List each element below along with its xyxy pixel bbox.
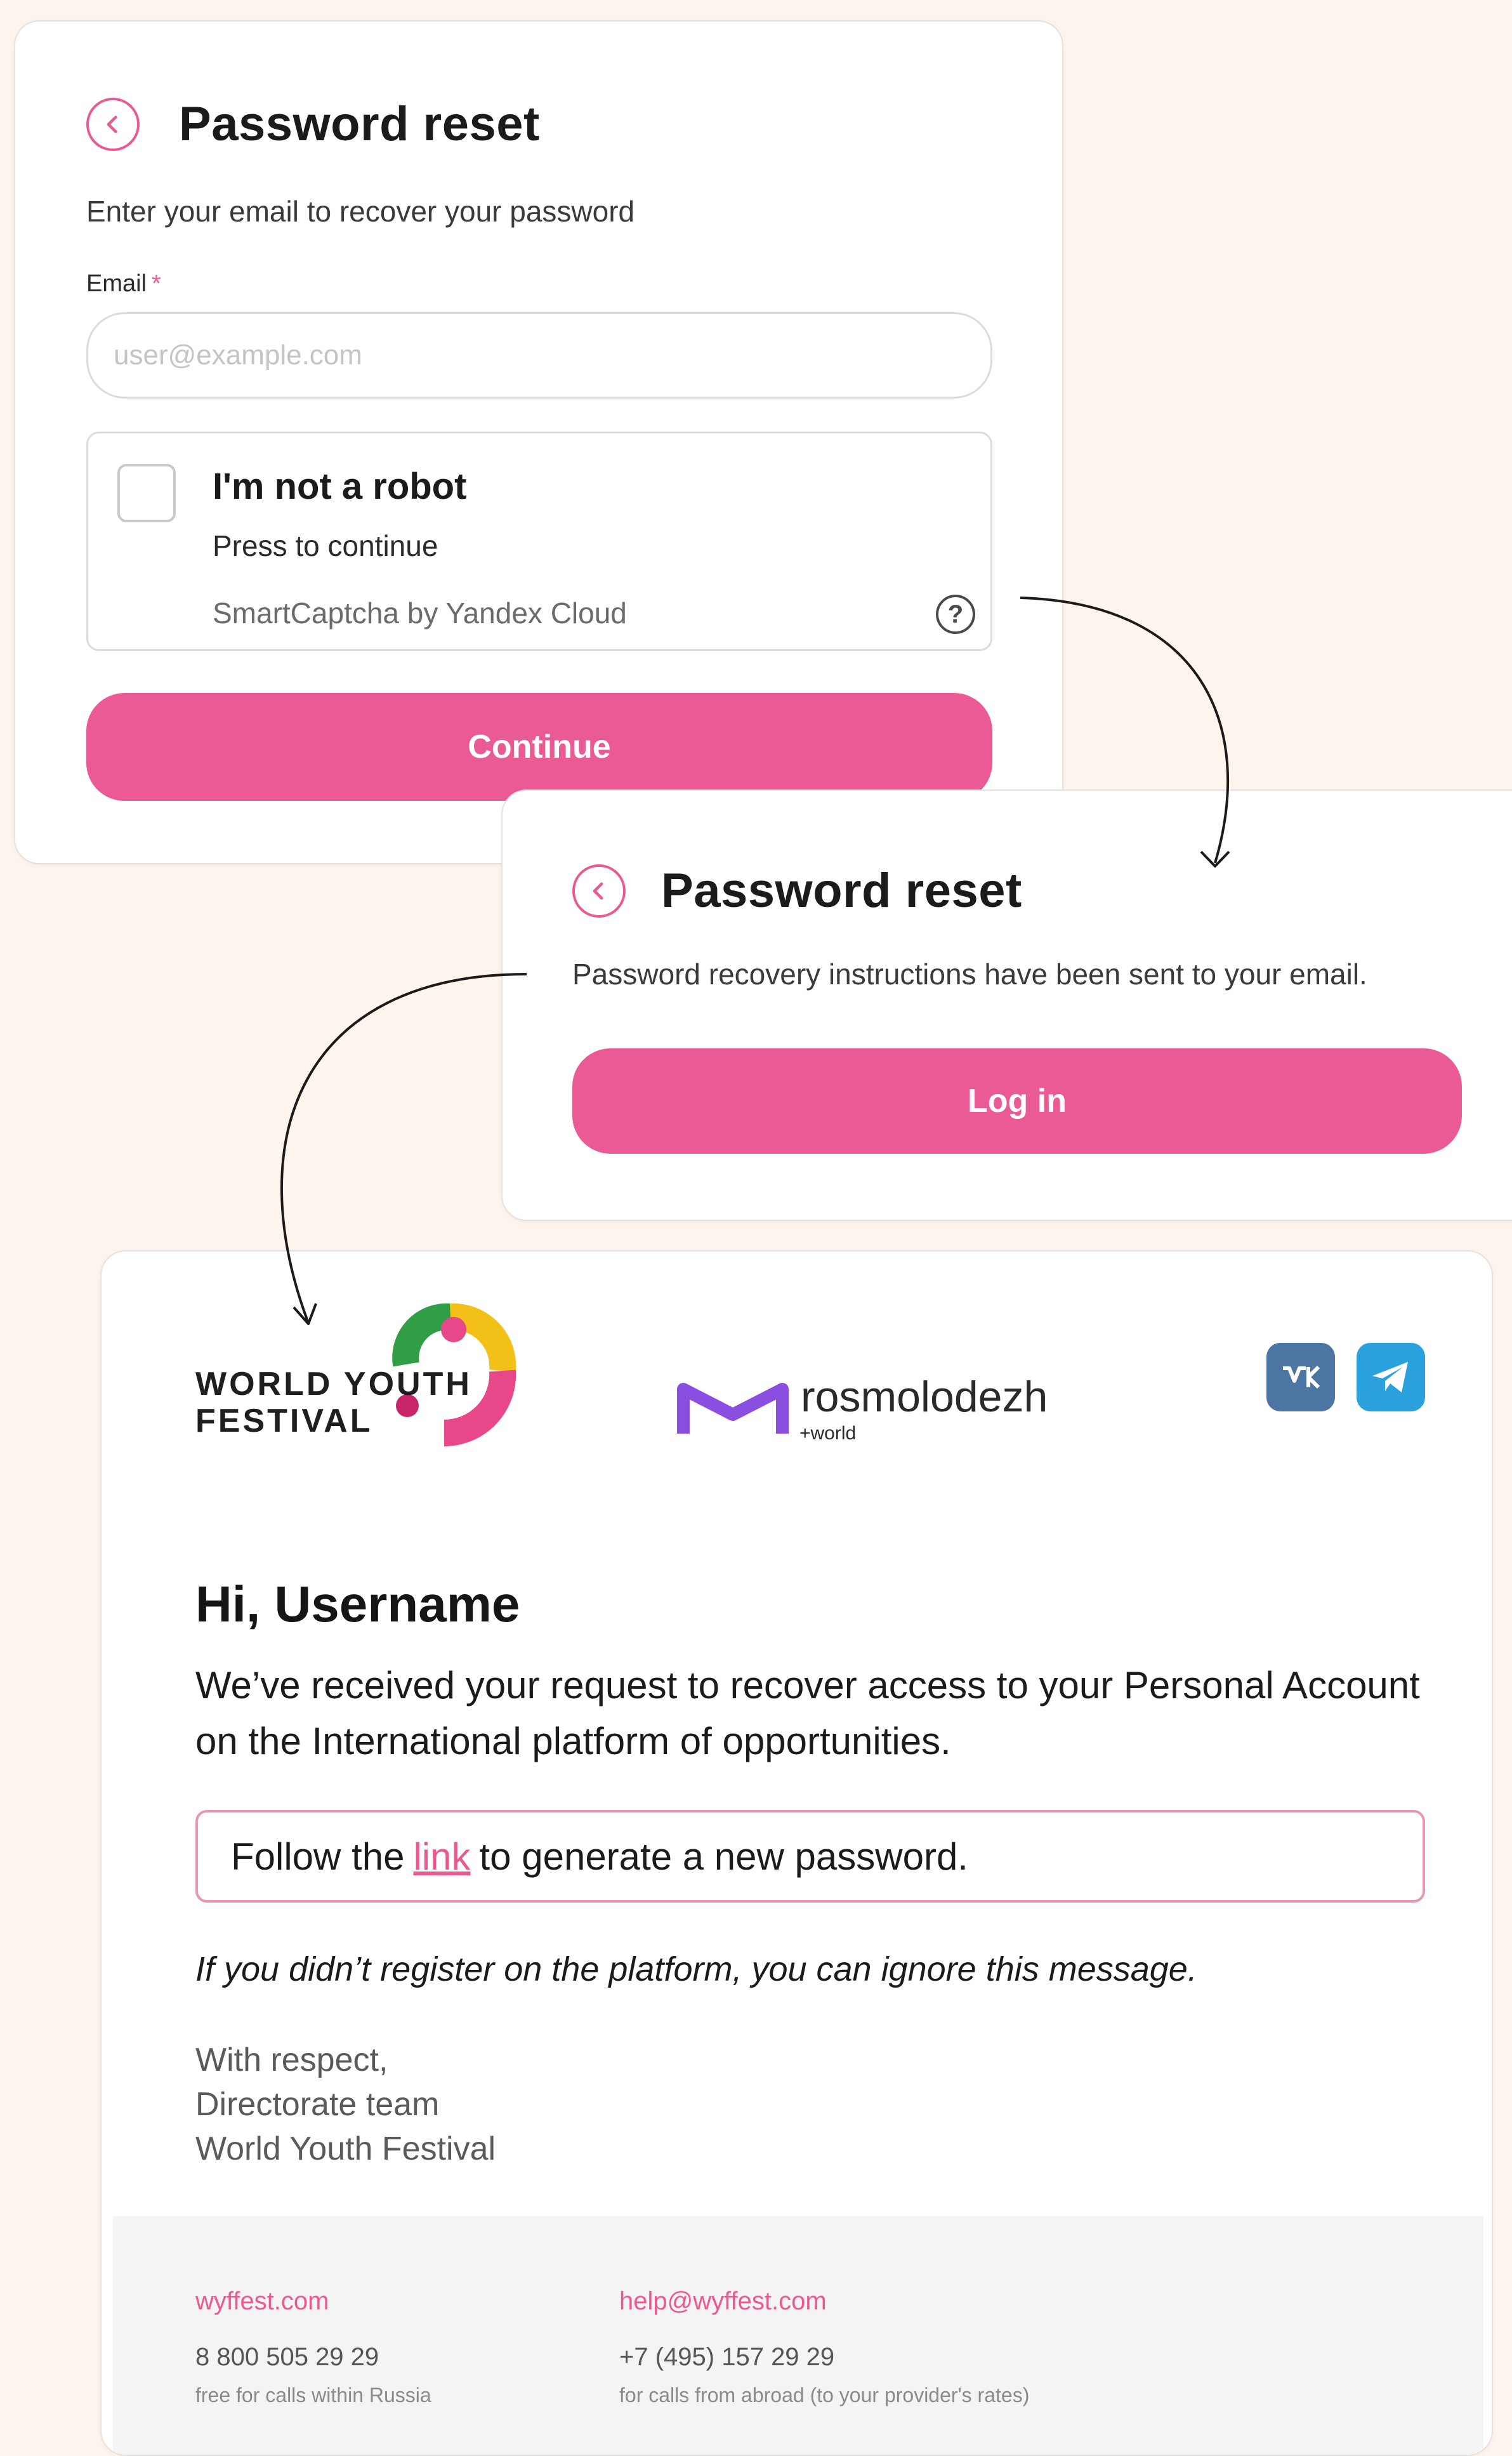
footer-site-link[interactable]: wyffest.com — [195, 2287, 329, 2316]
vk-link[interactable] — [1266, 1343, 1335, 1411]
page-title: Password reset — [179, 97, 540, 151]
greeting: Hi, Username — [195, 1576, 520, 1632]
ignore-note: If you didn’t register on the platform, … — [195, 1950, 1197, 1988]
chevron-left-icon — [107, 116, 117, 133]
email-body: We’ve received your request to recover a… — [195, 1664, 1420, 1762]
footer-phone-ru[interactable]: 8 800 505 29 29 — [195, 2343, 379, 2372]
captcha-title: I'm not a robot — [213, 466, 467, 507]
festival-logo-line-1: WORLD YOUTH — [195, 1366, 472, 1403]
partner-logo-mark — [677, 1383, 789, 1434]
password-reset-form-card: Password reset Enter your email to recov… — [14, 20, 1063, 864]
email-label-text: Email — [86, 270, 147, 297]
reset-password-link[interactable]: link — [413, 1835, 470, 1878]
captcha-brand: SmartCaptcha by Yandex Cloud — [213, 597, 627, 630]
signature-line-2: Directorate team — [195, 2086, 440, 2123]
festival-logo-line-2: FESTIVAL — [195, 1403, 373, 1439]
reset-sent-card: Password reset Password recovery instruc… — [501, 789, 1512, 1221]
back-button[interactable] — [86, 98, 140, 151]
link-suffix: to generate a new password. — [479, 1835, 968, 1878]
footer-help-email[interactable]: help@wyffest.com — [619, 2287, 827, 2316]
captcha-checkbox[interactable] — [117, 464, 176, 522]
login-button[interactable]: Log in — [572, 1048, 1462, 1154]
reset-link-box: Follow the link to generate a new passwo… — [195, 1810, 1425, 1903]
recovery-email-card: WORLD YOUTH FESTIVAL rosmolodezh +world … — [100, 1250, 1493, 2456]
footer-phone-ru-note: free for calls within Russia — [195, 2384, 431, 2406]
link-prefix: Follow the — [231, 1835, 405, 1878]
form-subtitle: Enter your email to recover your passwor… — [86, 195, 635, 228]
required-mark: * — [152, 270, 161, 297]
partner-name: rosmolodezh — [801, 1373, 1048, 1421]
page-title: Password reset — [661, 864, 1022, 918]
captcha-subtitle: Press to continue — [213, 529, 438, 562]
telegram-link[interactable] — [1357, 1343, 1425, 1411]
recovery-message: Password recovery instructions have been… — [572, 958, 1367, 991]
partner-subtitle: +world — [799, 1423, 857, 1444]
telegram-icon — [1372, 1362, 1408, 1392]
email-input[interactable] — [86, 312, 992, 399]
email-footer: wyffest.com 8 800 505 29 29 free for cal… — [113, 2216, 1483, 2455]
signature-line-1: With respect, — [195, 2042, 388, 2078]
email-label: Email * — [86, 270, 161, 298]
help-icon[interactable]: ? — [936, 595, 975, 634]
back-button[interactable] — [572, 864, 626, 918]
signature-line-3: World Youth Festival — [195, 2130, 496, 2167]
chevron-left-icon — [593, 882, 603, 900]
vk-icon — [1283, 1365, 1320, 1389]
continue-button[interactable]: Continue — [86, 693, 992, 801]
footer-phone-intl-note: for calls from abroad (to your provider'… — [619, 2384, 1030, 2406]
captcha-widget: I'm not a robot Press to continue SmartC… — [86, 432, 992, 651]
footer-phone-intl[interactable]: +7 (495) 157 29 29 — [619, 2343, 834, 2372]
